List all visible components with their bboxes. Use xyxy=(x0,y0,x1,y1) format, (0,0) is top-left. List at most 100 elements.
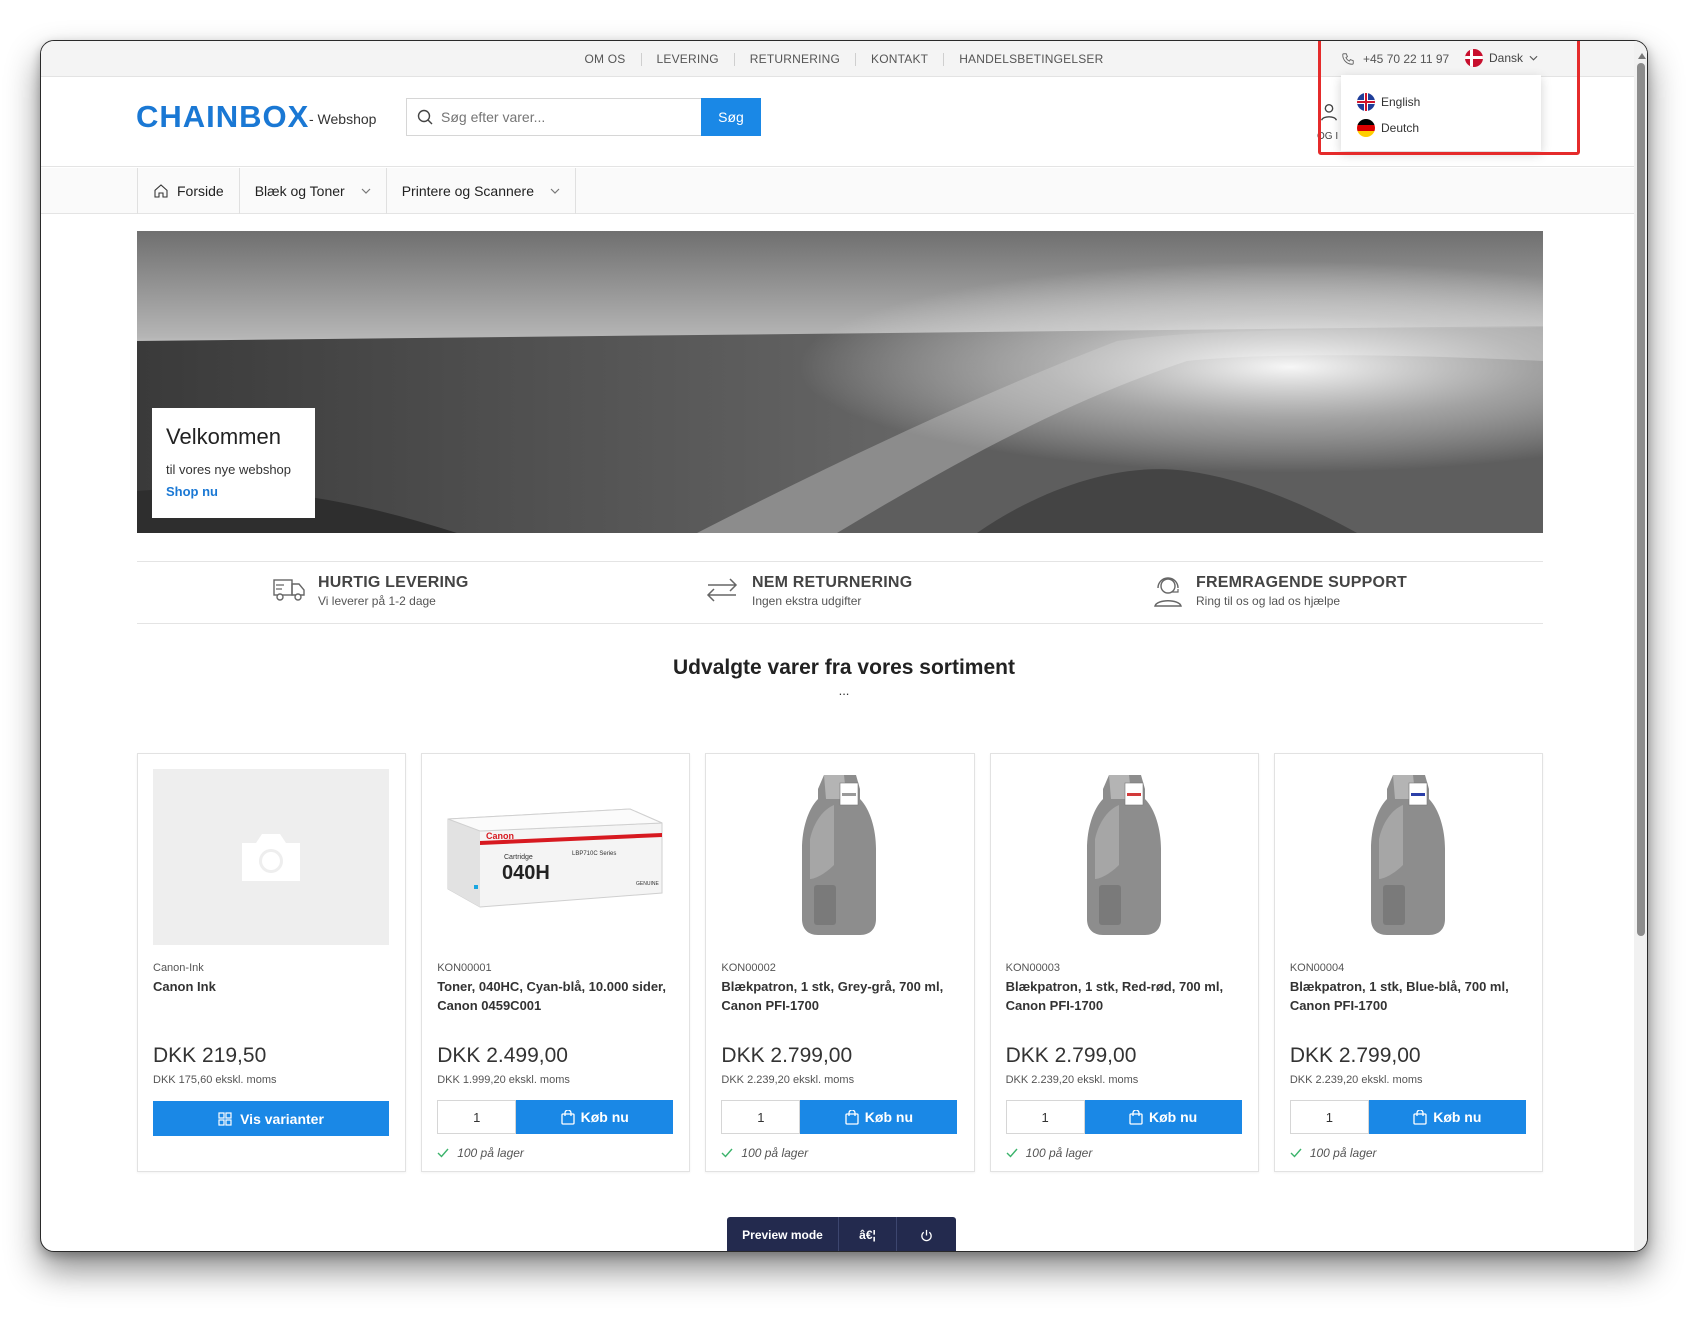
hero-card: Velkommen til vores nye webshop Shop nu xyxy=(152,408,315,518)
hero-banner: Velkommen til vores nye webshop Shop nu xyxy=(137,231,1543,533)
top-link-om-os[interactable]: OM OS xyxy=(569,52,642,66)
language-option-deutch[interactable]: Deutch xyxy=(1357,119,1419,137)
nav-label: Printere og Scannere xyxy=(401,183,535,199)
buy-now-button[interactable]: Køb nu xyxy=(516,1100,674,1134)
product-image-ink[interactable] xyxy=(1006,769,1242,945)
buy-now-button[interactable]: Køb nu xyxy=(1084,1100,1242,1134)
toner-brand: Canon xyxy=(486,831,514,841)
product-sku: Canon-Ink xyxy=(153,962,204,974)
buy-now-button[interactable]: Køb nu xyxy=(800,1100,958,1134)
home-icon xyxy=(154,184,168,198)
section-dots: ... xyxy=(838,683,850,698)
search-input[interactable] xyxy=(441,99,679,135)
nav-item-printere-og-scannere[interactable]: Printere og Scannere xyxy=(387,168,577,214)
language-option-english[interactable]: English xyxy=(1357,93,1420,111)
product-card[interactable]: Canon-Ink Canon Ink DKK 219,50 DKK 175,6… xyxy=(137,753,407,1172)
language-dropdown: English Deutch xyxy=(1341,75,1541,151)
product-card[interactable]: Canon Cartridge 040H LBP710C Series GENU… xyxy=(421,753,691,1172)
nav-label: Blæk og Toner xyxy=(254,183,345,199)
search-bar: Søg xyxy=(406,98,761,136)
preview-power-button[interactable] xyxy=(897,1217,955,1251)
scrollbar-thumb[interactable] xyxy=(1637,63,1645,936)
top-link-handelsbetingelser[interactable]: HANDELSBETINGELSER xyxy=(944,52,1118,66)
product-card[interactable]: KON00003 Blækpatron, 1 stk, Red-rød, 700… xyxy=(989,753,1259,1172)
quantity-input[interactable] xyxy=(1005,1100,1085,1134)
cartridge-color-mark xyxy=(842,793,857,796)
uk-flag-icon xyxy=(1357,93,1375,111)
show-variants-button[interactable]: Vis varianter xyxy=(153,1101,389,1136)
product-name[interactable]: Blækpatron, 1 stk, Red-rød, 700 ml, Cano… xyxy=(1006,977,1251,1015)
buy-now-button[interactable]: Køb nu xyxy=(1368,1100,1526,1134)
stock-status: 100 på lager xyxy=(721,1146,808,1160)
hero-landscape-image xyxy=(137,231,1543,533)
product-price: DKK 2.799,00 xyxy=(721,1044,853,1067)
shopping-bag-icon xyxy=(1413,1109,1427,1125)
stock-text: 100 på lager xyxy=(457,1146,524,1160)
check-icon xyxy=(1290,1148,1302,1158)
toner-box-image: Canon Cartridge 040H LBP710C Series GENU… xyxy=(447,808,663,908)
product-card[interactable]: KON00004 Blækpatron, 1 stk, Blue-blå, 70… xyxy=(1273,753,1544,1172)
product-image-ink[interactable] xyxy=(1290,769,1526,945)
chevron-down-icon xyxy=(1529,55,1538,61)
shop-now-link[interactable]: Shop nu xyxy=(166,484,218,499)
product-name[interactable]: Canon Ink xyxy=(153,977,398,996)
language-option-label: English xyxy=(1381,95,1421,109)
toner-cartridge-label: Cartridge xyxy=(504,854,533,861)
power-icon xyxy=(920,1229,932,1241)
check-icon xyxy=(1006,1148,1018,1158)
top-link-returnering[interactable]: RETURNERING xyxy=(735,52,856,66)
shopping-bag-icon xyxy=(1129,1109,1143,1125)
product-name[interactable]: Blækpatron, 1 stk, Blue-blå, 700 ml, Can… xyxy=(1290,977,1535,1015)
preview-mode-label[interactable]: Preview mode xyxy=(727,1217,839,1251)
hero-title: Velkommen xyxy=(166,424,281,449)
toner-genuine: GENUINE xyxy=(636,881,659,887)
features-bar: HURTIG LEVERING Vi leverer på 1-2 dage N… xyxy=(137,561,1543,624)
quantity-input[interactable] xyxy=(437,1100,517,1134)
logo[interactable]: CHAINBOX xyxy=(136,99,309,135)
product-image-ink[interactable] xyxy=(721,769,957,945)
phone-number: +45 70 22 11 97 xyxy=(1363,52,1450,66)
truck-icon xyxy=(273,579,305,601)
product-sku: KON00004 xyxy=(1289,962,1345,974)
product-price-ex-vat: DKK 175,60 ekskl. moms xyxy=(153,1074,277,1086)
nav-item-forside[interactable]: Forside xyxy=(138,168,240,214)
product-card[interactable]: KON00002 Blækpatron, 1 stk, Grey-grå, 70… xyxy=(705,753,975,1172)
quantity-input[interactable] xyxy=(721,1100,801,1134)
quantity-input[interactable] xyxy=(1289,1100,1369,1134)
product-image-placeholder[interactable] xyxy=(153,769,389,945)
product-price-ex-vat: DKK 2.239,20 ekskl. moms xyxy=(1005,1074,1139,1086)
product-image-toner[interactable]: Canon Cartridge 040H LBP710C Series GENU… xyxy=(437,769,673,945)
feature-subtitle: Vi leverer på 1-2 dage xyxy=(318,594,436,608)
cartridge-color-mark xyxy=(1126,793,1141,796)
scroll-up-arrow-icon[interactable] xyxy=(1638,53,1646,59)
language-option-label: Deutch xyxy=(1381,121,1420,135)
logo-subtitle: - Webshop xyxy=(309,111,377,127)
shopping-bag-icon xyxy=(845,1109,859,1125)
feature-support: FREMRAGENDE SUPPORT Ring til os og lad o… xyxy=(1152,574,1407,608)
nav-item-blaek-og-toner[interactable]: Blæk og Toner xyxy=(240,168,387,214)
product-price-ex-vat: DKK 1.999,20 ekskl. moms xyxy=(437,1074,570,1086)
phone-icon xyxy=(1342,53,1354,65)
preview-mode-menu[interactable]: â€¦ xyxy=(839,1217,897,1251)
language-current: Dansk xyxy=(1489,51,1524,65)
grid-icon xyxy=(218,1111,232,1126)
search-icon xyxy=(417,109,433,125)
button-label: Køb nu xyxy=(580,1109,629,1125)
product-name[interactable]: Toner, 040HC, Cyan-blå, 10.000 sider, Ca… xyxy=(437,977,682,1015)
search-button[interactable]: Søg xyxy=(701,98,761,136)
product-price: DKK 2.799,00 xyxy=(1289,1044,1421,1067)
product-sku: KON00001 xyxy=(437,962,492,974)
language-selector[interactable]: Dansk xyxy=(1465,49,1538,67)
stock-text: 100 på lager xyxy=(741,1146,809,1160)
chevron-down-icon xyxy=(361,188,371,194)
product-name[interactable]: Blækpatron, 1 stk, Grey-grå, 700 ml, Can… xyxy=(721,977,966,1015)
top-link-levering[interactable]: LEVERING xyxy=(642,52,735,66)
user-account-icon[interactable] xyxy=(1317,101,1341,123)
denmark-flag-icon xyxy=(1465,49,1483,67)
phone-contact[interactable]: +45 70 22 11 97 xyxy=(1341,52,1449,66)
account-label: OG I xyxy=(1317,131,1339,142)
stock-status: 100 på lager xyxy=(1006,1146,1092,1160)
top-link-kontakt[interactable]: KONTAKT xyxy=(856,52,945,66)
feature-title: FREMRAGENDE SUPPORT xyxy=(1196,574,1407,591)
product-sku: KON00002 xyxy=(721,962,776,974)
